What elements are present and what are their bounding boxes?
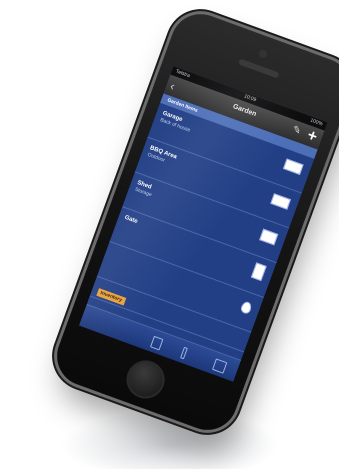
front-camera-icon: [257, 48, 269, 60]
iphone: Telstra 10:09 100% ‹ Garden ✎ + Garden I…: [48, 5, 339, 439]
phone-screen: Telstra 10:09 100% ‹ Garden ✎ + Garden I…: [79, 66, 328, 382]
ad-photo: st entor a- ore Telstra 10:09 100% ‹ Gar…: [0, 0, 339, 469]
grid-icon[interactable]: [211, 358, 228, 374]
info-icon[interactable]: [180, 346, 188, 360]
share-icon[interactable]: [149, 335, 164, 351]
earpiece-speaker: [238, 58, 280, 79]
pencil-icon[interactable]: ✎: [291, 124, 303, 137]
home-button[interactable]: [121, 355, 170, 404]
map-pin-thumbnail-icon: [239, 300, 254, 315]
phone-shadow: [60, 410, 280, 469]
